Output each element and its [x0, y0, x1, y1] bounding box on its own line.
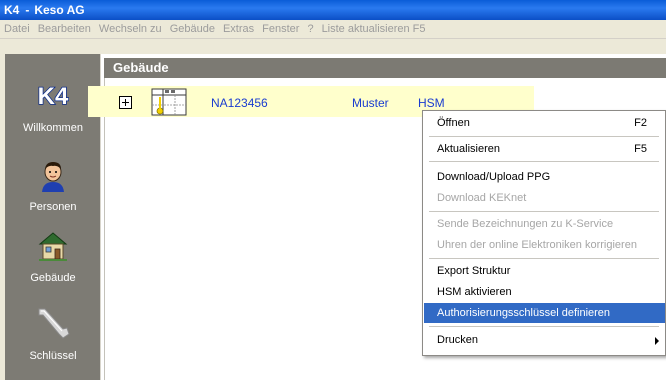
menu-separator: [429, 211, 659, 212]
menu-bearbeiten[interactable]: Bearbeiten: [38, 23, 91, 35]
menu-item-label: Download/Upload PPG: [437, 171, 551, 183]
title-separator: -: [25, 3, 30, 17]
menu-item-download-keknet: Download KEKnet: [424, 188, 665, 208]
menu-item-export-struktur[interactable]: Export Struktur: [424, 261, 665, 281]
menu-bar: Datei Bearbeiten Wechseln zu Gebäude Ext…: [0, 20, 666, 39]
menu-item-hsm-aktivieren[interactable]: HSM aktivieren: [424, 282, 665, 302]
sidebar: K4 Willkommen Personen Gebäude Schlüssel: [5, 54, 101, 380]
menu-wechseln-zu[interactable]: Wechseln zu: [99, 23, 162, 35]
menu-item-label: Drucken: [437, 334, 478, 346]
menu-gebaeude[interactable]: Gebäude: [170, 23, 215, 35]
person-icon: [42, 162, 64, 192]
context-menu: Öffnen F2 Aktualisieren F5 Download/Uplo…: [422, 110, 666, 356]
sidebar-item-label: Personen: [29, 201, 77, 213]
menu-liste-aktualisieren[interactable]: Liste aktualisieren F5: [322, 23, 426, 35]
menu-help[interactable]: ?: [307, 23, 313, 35]
menu-extras[interactable]: Extras: [223, 23, 254, 35]
building-name: Muster: [352, 96, 389, 110]
menu-item-download-upload-ppg[interactable]: Download/Upload PPG: [424, 167, 665, 187]
title-bar: K4 - Keso AG: [0, 0, 666, 20]
menu-item-label: Sende Bezeichnungen zu K-Service: [437, 218, 614, 230]
building-id: NA123456: [211, 96, 268, 110]
menu-item-authorisierungsschluessel[interactable]: Authorisierungsschlüssel definieren: [424, 303, 665, 323]
menu-item-drucken[interactable]: Drucken: [424, 330, 665, 350]
sidebar-item-personen[interactable]: Personen: [5, 160, 101, 213]
menu-fenster[interactable]: Fenster: [262, 23, 299, 35]
menu-item-oeffnen[interactable]: Öffnen F2: [424, 113, 665, 133]
sidebar-item-schluessel[interactable]: Schlüssel: [5, 306, 101, 362]
sidebar-item-label: Willkommen: [23, 122, 83, 134]
menu-item-label: Download KEKnet: [437, 192, 527, 204]
sidebar-item-label: Schlüssel: [29, 350, 77, 362]
menu-item-shortcut: F5: [634, 143, 647, 155]
submenu-arrow-icon: [655, 337, 659, 345]
house-icon: [38, 232, 68, 261]
menu-item-label: Öffnen: [437, 117, 470, 129]
menu-item-label: HSM aktivieren: [437, 286, 512, 298]
menu-item-label: Uhren der online Elektroniken korrigiere…: [437, 239, 637, 251]
expand-icon[interactable]: [119, 96, 132, 109]
menu-separator: [429, 136, 659, 137]
building-type: HSM: [418, 96, 445, 110]
menu-item-label: Authorisierungsschlüssel definieren: [437, 307, 611, 319]
sidebar-item-label: Gebäude: [30, 272, 76, 284]
app-logo: K4: [4, 3, 20, 17]
menu-item-uhren-korrigieren: Uhren der online Elektroniken korrigiere…: [424, 235, 665, 255]
k4-logo-icon: K4: [37, 82, 70, 110]
menu-datei[interactable]: Datei: [4, 23, 30, 35]
menu-separator: [429, 258, 659, 259]
sidebar-item-willkommen[interactable]: K4 Willkommen: [5, 80, 101, 134]
menu-item-label: Aktualisieren: [437, 143, 500, 155]
key-icon: [38, 308, 70, 339]
svg-text:K4: K4: [38, 83, 69, 110]
sidebar-item-gebaeude[interactable]: Gebäude: [5, 230, 101, 284]
menu-item-sende-bezeichnungen: Sende Bezeichnungen zu K-Service: [424, 214, 665, 234]
menu-item-label: Export Struktur: [437, 265, 511, 277]
menu-separator: [429, 161, 659, 162]
panel-header: Gebäude: [104, 58, 666, 78]
top-frame: [5, 39, 666, 54]
window-title: Keso AG: [34, 3, 85, 17]
menu-item-aktualisieren[interactable]: Aktualisieren F5: [424, 139, 665, 159]
menu-item-shortcut: F2: [634, 117, 647, 129]
menu-separator: [429, 326, 659, 327]
building-grid-icon: [151, 88, 187, 116]
